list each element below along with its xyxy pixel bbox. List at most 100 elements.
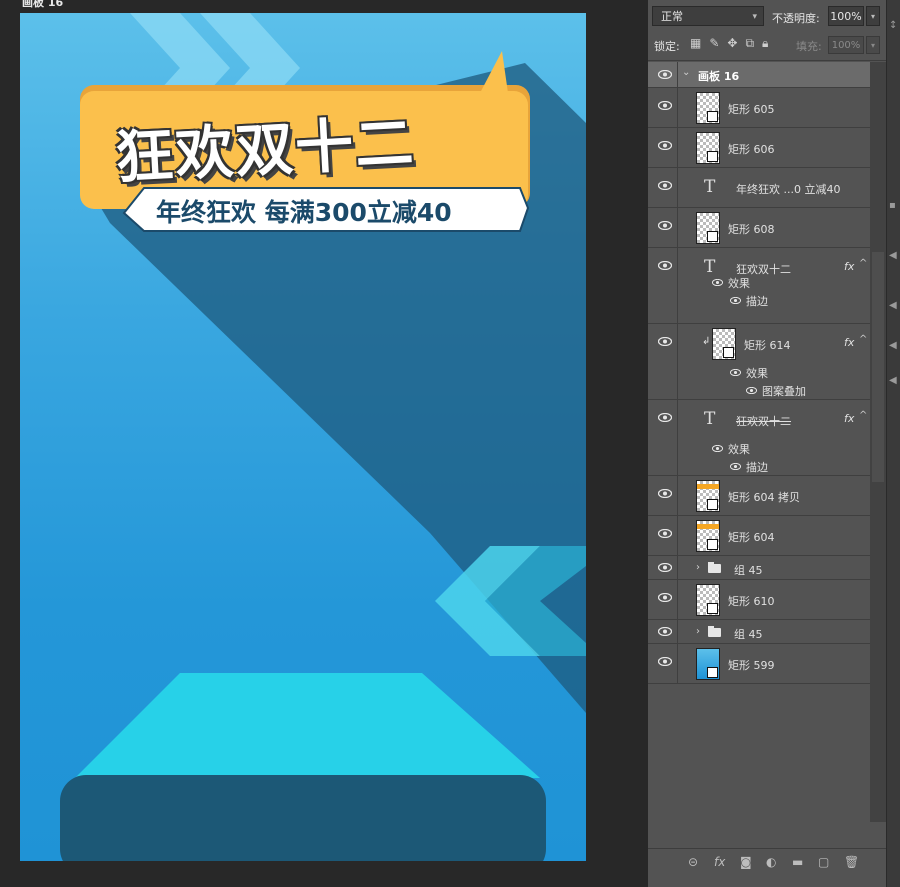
adjustment-icon[interactable]: ◐ (766, 855, 776, 869)
fill-label: 填充: (796, 40, 822, 53)
eye-icon[interactable] (658, 657, 672, 666)
panel-icon[interactable]: ◀ (889, 375, 897, 386)
smart-object-icon (723, 347, 734, 358)
layer-name: 组 45 (734, 628, 763, 641)
smart-object-icon (707, 151, 718, 162)
visibility-cell[interactable] (648, 88, 678, 127)
layer-row-group45[interactable]: › 组 45 (648, 556, 870, 580)
mask-icon[interactable]: ◙ (740, 855, 752, 869)
layer-row-rect604-copy[interactable]: 矩形 604 拷贝 (648, 476, 870, 516)
eye-icon[interactable] (658, 261, 672, 270)
eye-icon[interactable] (658, 627, 672, 636)
fx-icon[interactable]: fx (844, 260, 854, 273)
chevron-down-icon[interactable]: ⌄ (682, 67, 690, 78)
opacity-input[interactable]: 100% (828, 6, 864, 26)
chevron-right-icon[interactable]: › (696, 562, 700, 573)
layer-row-rect608[interactable]: 矩形 608 (648, 208, 870, 248)
fx-icon[interactable]: fx (714, 855, 725, 869)
lock-buttons[interactable]: ▦✎✥⧉🔒︎ (690, 36, 776, 51)
panel-icon[interactable]: ◀ (889, 300, 897, 311)
panel-icon[interactable]: ↕ (889, 20, 897, 31)
eye-icon[interactable] (712, 279, 723, 286)
chevron-up-icon[interactable]: ^ (859, 410, 867, 421)
chevron-up-icon[interactable]: ^ (859, 258, 867, 269)
fx-icon[interactable]: fx (844, 336, 854, 349)
eye-icon[interactable] (658, 593, 672, 602)
eye-icon[interactable] (658, 563, 672, 572)
lock-artboard-icon[interactable]: ⧉ (745, 36, 762, 50)
scrollbar-thumb[interactable] (872, 252, 884, 482)
eye-icon[interactable] (658, 337, 672, 346)
visibility-cell[interactable] (648, 516, 678, 555)
visibility-cell[interactable] (648, 644, 678, 683)
eye-icon[interactable] (658, 413, 672, 422)
eye-icon[interactable] (658, 141, 672, 150)
lock-pixels-icon[interactable]: ✎ (709, 36, 727, 50)
artboard-canvas[interactable]: 狂欢双十二 年终狂欢 每满300立减40 (20, 13, 586, 861)
effects-label: 效果 (728, 443, 750, 456)
panel-icon[interactable]: ▪ (889, 200, 896, 211)
layer-row-rect599[interactable]: 矩形 599 (648, 644, 870, 684)
layers-scrollbar[interactable] (870, 62, 886, 822)
visibility-cell[interactable] (648, 324, 678, 399)
layers-panel-footer: ⊝ fx ◙ ◐ ▬ ▢ 🗑︎ (648, 848, 886, 875)
layer-row-rect604[interactable]: 矩形 604 (648, 516, 870, 556)
eye-icon[interactable] (658, 489, 672, 498)
visibility-cell[interactable] (648, 168, 678, 207)
lock-transparency-icon[interactable]: ▦ (690, 36, 709, 50)
eye-icon[interactable] (730, 463, 741, 470)
layer-name: 矩形 604 (728, 531, 775, 544)
opacity-dropdown-button[interactable]: ▾ (866, 6, 880, 26)
chevron-up-icon[interactable]: ^ (859, 334, 867, 345)
stage-base (60, 775, 546, 861)
folder-icon (708, 626, 721, 637)
layer-thumbnail (696, 480, 720, 512)
layer-row-text-title-2[interactable]: T 狂欢双十二 fx ^ 效果 描边 (648, 400, 870, 476)
new-layer-icon[interactable]: ▢ (818, 855, 829, 869)
smart-object-icon (707, 667, 718, 678)
link-icon[interactable]: ⊝ (688, 855, 698, 869)
layer-row-group45-2[interactable]: › 组 45 (648, 620, 870, 644)
layer-row-text-title[interactable]: T 狂欢双十二 fx ^ 效果 描边 (648, 248, 870, 324)
visibility-cell[interactable] (648, 248, 678, 323)
eye-icon[interactable] (730, 369, 741, 376)
visibility-cell[interactable] (648, 580, 678, 619)
layer-row-rect605[interactable]: 矩形 605 (648, 88, 870, 128)
eye-icon[interactable] (658, 181, 672, 190)
effect-stroke: 描边 (746, 461, 768, 474)
folder-icon[interactable]: ▬ (792, 855, 803, 869)
folder-icon (708, 562, 721, 573)
layer-name: 矩形 605 (728, 103, 775, 116)
panel-icon[interactable]: ◀ (889, 250, 897, 261)
eye-icon[interactable] (712, 445, 723, 452)
layer-row-rect606[interactable]: 矩形 606 (648, 128, 870, 168)
visibility-cell[interactable] (648, 208, 678, 247)
eye-icon[interactable] (658, 101, 672, 110)
layer-row-rect614[interactable]: ↲ 矩形 614 fx ^ 效果 图案叠加 (648, 324, 870, 400)
lock-position-icon[interactable]: ✥ (727, 36, 745, 50)
fill-dropdown-button[interactable]: ▾ (866, 36, 880, 54)
visibility-cell[interactable] (648, 620, 678, 643)
visibility-cell[interactable] (648, 400, 678, 475)
layer-row-artboard[interactable]: ⌄ 画板 16 (648, 62, 870, 88)
eye-icon[interactable] (658, 221, 672, 230)
fill-input[interactable]: 100% (828, 36, 864, 54)
layer-row-text-subtitle[interactable]: T 年终狂欢 ...0 立减40 (648, 168, 870, 208)
eye-icon[interactable] (658, 529, 672, 538)
clipping-mask-icon: ↲ (702, 336, 711, 347)
eye-icon[interactable] (658, 70, 672, 79)
visibility-cell[interactable] (648, 476, 678, 515)
eye-icon[interactable] (730, 297, 741, 304)
effect-stroke: 描边 (746, 295, 768, 308)
fx-icon[interactable]: fx (844, 412, 854, 425)
visibility-cell[interactable] (648, 62, 678, 87)
layer-row-rect610[interactable]: 矩形 610 (648, 580, 870, 620)
visibility-cell[interactable] (648, 556, 678, 579)
trash-icon[interactable]: 🗑︎ (844, 855, 859, 869)
chevron-right-icon[interactable]: › (696, 626, 700, 637)
eye-icon[interactable] (746, 387, 757, 394)
panel-icon[interactable]: ◀ (889, 340, 897, 351)
visibility-cell[interactable] (648, 128, 678, 167)
lock-all-icon[interactable]: 🔒︎ (762, 36, 776, 50)
blend-mode-select[interactable]: 正常 ▾ (652, 6, 764, 26)
